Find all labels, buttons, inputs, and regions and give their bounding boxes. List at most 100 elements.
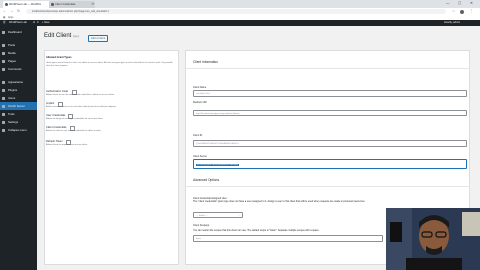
- sidebar-item-plugins[interactable]: Plugins: [0, 86, 37, 94]
- sidebar-item-label: Collapse menu: [8, 128, 27, 132]
- sidebar-item-label: Media: [8, 51, 16, 55]
- chevron-down-icon: ⌄: [461, 93, 463, 95]
- profile-avatar[interactable]: [460, 9, 464, 14]
- page-favicon-icon: [51, 3, 54, 6]
- sidebar-item-appearance[interactable]: Appearance: [0, 78, 37, 86]
- grant-desc: Allows clients to obtain an access token…: [46, 106, 117, 108]
- page-title: Edit Client (op ): [44, 33, 79, 39]
- star-icon[interactable]: ☆: [452, 8, 455, 15]
- sidebar-item-settings[interactable]: Settings: [0, 118, 37, 126]
- allowed-grant-types-desc: Grant types control how this client can …: [46, 62, 173, 67]
- collapse-icon: [2, 128, 5, 132]
- sidebar-item-pages[interactable]: Pages: [0, 57, 37, 65]
- plugin-icon: [2, 88, 5, 92]
- browser-tab-bar: WordPress Lab — WordPre × Client Credent…: [0, 0, 480, 8]
- forward-arrow-icon[interactable]: →: [10, 8, 14, 15]
- client-name-select[interactable]: Localhost Test ⌄: [193, 90, 467, 97]
- grant-desc: Allows clients to request a new access t…: [46, 144, 88, 146]
- redirect-uri-value: http://localhost/wordpress/wp-admin/call…: [196, 113, 240, 115]
- advanced-options-title: Advanced Options: [193, 178, 220, 182]
- wp-admin-bar: Ⓦ WordPress Lab ✉ 0 + New Howdy, admin: [0, 20, 480, 26]
- client-name-value: Localhost Test: [196, 93, 210, 95]
- comments-count[interactable]: 0: [37, 20, 38, 26]
- address-bar[interactable]: localhost/wordpress/wp-admin/admin.php?p…: [26, 9, 446, 14]
- grant-types-panel: [44, 50, 179, 265]
- dashboard-icon: [2, 30, 5, 34]
- sidebar-item-comments[interactable]: Comments: [0, 65, 37, 73]
- wordpress-favicon-icon: [5, 3, 8, 6]
- brush-icon: [2, 80, 5, 84]
- close-window-icon[interactable]: ✕: [470, 0, 473, 7]
- client-information-title: Client Information: [193, 60, 218, 64]
- sidebar-item-label: Posts: [8, 43, 15, 47]
- assigned-user-desc: The "client credentials" grant type does…: [193, 200, 366, 203]
- divider: [185, 186, 470, 187]
- sidebar-item-media[interactable]: Media: [0, 49, 37, 57]
- client-scope-input[interactable]: basic: [193, 235, 383, 242]
- browser-tab-client[interactable]: Client Credentials ×: [49, 1, 95, 8]
- browser-tab-wordpress[interactable]: WordPress Lab — WordPre ×: [3, 1, 53, 8]
- client-id-label: Client ID: [193, 134, 203, 137]
- admin-bar-user[interactable]: Howdy, admin: [444, 20, 460, 26]
- sidebar-item-label: Plugins: [8, 88, 18, 92]
- address-url: localhost/wordpress/wp-admin/admin.php?p…: [32, 10, 109, 13]
- sidebar-item-label: Users: [8, 96, 16, 100]
- sidebar-item-label: Tools: [8, 112, 15, 116]
- add-client-button[interactable]: Add a Client: [88, 35, 109, 42]
- sidebar-item-users[interactable]: Users: [0, 94, 37, 102]
- tab-title: WordPress Lab — WordPre: [9, 3, 42, 6]
- chevron-down-icon: ⌄: [238, 215, 240, 217]
- client-scope-label: Client Scope(s): [193, 224, 210, 227]
- lock-icon: [2, 104, 5, 108]
- client-id-value: QGmJl8WzP5vRt2xK7YbNcA3dFhLuE9sTq: [196, 143, 239, 145]
- redirect-uri-label: Redirect URI: [193, 101, 207, 104]
- admin-bar-new[interactable]: + New: [42, 20, 49, 26]
- divider: [185, 68, 470, 69]
- client-secret-input[interactable]: a7Xk2Lp9Qr4sT8vW3yZ6bN1mC5dF0gHj: [193, 159, 467, 169]
- settings-icon: [2, 120, 5, 124]
- maximize-icon[interactable]: ▢: [458, 0, 461, 7]
- wrench-icon: [2, 112, 5, 116]
- sidebar-item-oauth-server[interactable]: OAuth Server: [0, 102, 37, 110]
- grant-client-credentials-label: Client Credentials: [46, 126, 67, 129]
- media-icon: [2, 51, 5, 55]
- client-secret-value: a7Xk2Lp9Qr4sT8vW3yZ6bN1mC5dF0gHj: [196, 164, 239, 166]
- page-title-text: Edit Client: [44, 33, 72, 39]
- sidebar-item-collapse[interactable]: Collapse menu: [0, 126, 37, 134]
- client-secret-label: Client Secret: [193, 155, 207, 158]
- sidebar-item-label: Settings: [8, 120, 19, 124]
- webcam-overlay: [386, 208, 480, 270]
- minimize-icon[interactable]: —: [446, 0, 450, 7]
- allowed-grant-types-title: Allowed Grant Types: [46, 56, 72, 59]
- sidebar-item-label: Dashboard: [8, 30, 22, 34]
- assigned-user-select[interactable]: — Select — ⌄: [193, 212, 243, 218]
- grant-desc: Allows exchange of user login credential…: [46, 118, 104, 120]
- sidebar-item-tools[interactable]: Tools: [0, 110, 37, 118]
- menu-dots-icon[interactable]: ⋮: [470, 8, 474, 15]
- grant-refresh-token-label: Refresh Token: [46, 140, 63, 143]
- page-icon: [2, 59, 5, 63]
- back-arrow-icon[interactable]: ←: [3, 8, 7, 15]
- tab-title: Client Credentials: [55, 3, 76, 6]
- redirect-uri-input[interactable]: http://localhost/wordpress/wp-admin/call…: [193, 110, 467, 116]
- assigned-user-value: — Select —: [196, 215, 208, 217]
- client-scope-placeholder: basic: [196, 238, 202, 240]
- pin-icon: [2, 43, 5, 47]
- users-icon: [2, 96, 5, 100]
- new-tab-button[interactable]: +: [92, 1, 94, 6]
- sidebar-item-label: Comments: [8, 67, 22, 71]
- sidebar-item-label: Appearance: [8, 80, 24, 84]
- grant-implicit-label: Implicit: [46, 102, 55, 105]
- comment-icon: [2, 67, 5, 71]
- sidebar-item-label: Pages: [8, 59, 16, 63]
- grant-authorization-code-label: Authorization Code: [46, 90, 69, 93]
- presenter-video-icon: [386, 208, 480, 270]
- reload-icon[interactable]: ↻: [17, 8, 20, 15]
- client-id-input[interactable]: QGmJl8WzP5vRt2xK7YbNcA3dFhLuE9sTq: [193, 140, 467, 147]
- grant-user-credentials-label: User Credentials: [46, 114, 66, 117]
- client-scope-desc: You can restrict the scopes that this cl…: [193, 229, 320, 232]
- page-title-suffix: (op ): [73, 34, 80, 38]
- sidebar-item-posts[interactable]: Posts: [0, 41, 37, 49]
- client-name-label: Client Name: [193, 86, 207, 89]
- sidebar-item-dashboard[interactable]: Dashboard: [0, 28, 37, 36]
